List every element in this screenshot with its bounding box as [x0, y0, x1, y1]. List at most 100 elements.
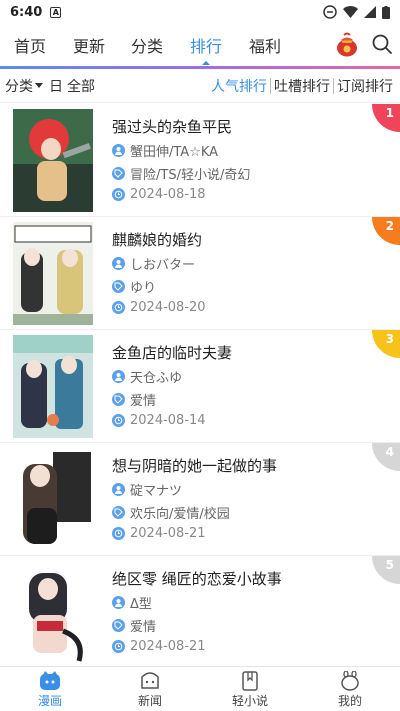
- cover-image: [13, 335, 93, 438]
- category-dropdown[interactable]: 分类: [5, 76, 43, 96]
- author-name: しおバター: [130, 258, 196, 273]
- ranking-list: 强过头的杂鱼平民 蟹田伸/TA☆KA 冒险/TS/轻小说/奇幻 2024-08-…: [0, 104, 400, 669]
- status-bar: 6:40 A: [0, 0, 400, 24]
- item-date: 2024-08-21: [112, 526, 206, 541]
- tag-icon: [112, 506, 125, 519]
- scope-filter[interactable]: 全部: [67, 76, 95, 96]
- tags-text: 冒险/TS/轻小说/奇幻: [130, 168, 251, 183]
- list-item[interactable]: 金鱼店的临时夫妻 天仓ふゆ 爱情 2024-08-14 3: [0, 330, 400, 443]
- tab-update[interactable]: 更新: [73, 33, 105, 57]
- bottom-tab-news[interactable]: 新闻: [100, 667, 200, 711]
- date-text: 2024-08-18: [130, 187, 206, 202]
- item-tags: 爱情: [112, 616, 156, 635]
- user-icon: [112, 144, 125, 157]
- rank-number: 5: [385, 558, 394, 572]
- bottom-tab-comics[interactable]: 漫画: [0, 667, 100, 711]
- user-icon: [112, 370, 125, 383]
- tab-category[interactable]: 分类: [131, 33, 163, 57]
- tag-icon: [112, 619, 125, 632]
- news-icon: [141, 672, 159, 689]
- filter-bar: 分类 日 全部 人气排行 吐槽排行 订阅排行: [0, 69, 400, 103]
- sort-popularity[interactable]: 人气排行: [208, 76, 270, 96]
- wifi-icon: [343, 5, 358, 18]
- item-title: 强过头的杂鱼平民: [112, 118, 233, 136]
- item-author: 天仓ふゆ: [112, 367, 182, 386]
- list-item[interactable]: 绝区零 绳匠的恋爱小故事 Δ型 爱情 2024-08-21 5: [0, 556, 400, 669]
- item-date: 2024-08-21: [112, 639, 206, 654]
- category-dropdown-label: 分类: [5, 78, 33, 95]
- cover-image: [13, 109, 93, 212]
- list-item[interactable]: 麒麟娘的婚约 しおバター ゆり 2024-08-20 2: [0, 217, 400, 330]
- date-text: 2024-08-20: [130, 300, 206, 315]
- user-icon: [112, 257, 125, 270]
- period-filter[interactable]: 日: [49, 76, 63, 96]
- bottom-tab-label: 漫画: [37, 694, 62, 708]
- rank-number: 3: [385, 332, 394, 346]
- author-name: 碇マナツ: [130, 484, 183, 499]
- item-title: 麒麟娘的婚约: [112, 231, 203, 249]
- tab-home[interactable]: 首页: [14, 33, 46, 57]
- author-name: 天仓ふゆ: [130, 371, 183, 386]
- clock-icon: [112, 414, 125, 427]
- rank-badge: 1: [372, 104, 400, 132]
- rank-badge: 5: [372, 556, 400, 584]
- status-time: 6:40: [10, 4, 43, 20]
- app-notification-icon: A: [50, 6, 62, 18]
- bottom-tab-label: 新闻: [137, 694, 162, 708]
- comics-icon: [40, 671, 60, 690]
- tags-text: ゆり: [130, 281, 157, 296]
- clock-icon: [112, 640, 125, 653]
- top-nav: 首页 更新 分类 排行 福利: [0, 24, 400, 66]
- book-icon: [242, 671, 258, 691]
- clock-icon: [112, 301, 125, 314]
- item-tags: 欢乐向/爱情/校园: [112, 503, 230, 522]
- cover-image: [13, 222, 93, 325]
- lucky-bag-icon[interactable]: [335, 31, 359, 57]
- tab-ranking[interactable]: 排行: [190, 33, 222, 65]
- dnd-icon: [323, 5, 337, 19]
- sort-subscriptions[interactable]: 订阅排行: [334, 76, 396, 96]
- profile-icon: [341, 671, 359, 691]
- sort-comments[interactable]: 吐槽排行: [271, 76, 333, 96]
- date-text: 2024-08-21: [130, 639, 206, 654]
- item-date: 2024-08-14: [112, 413, 206, 428]
- bottom-nav: 漫画 新闻 轻小说 我的: [0, 666, 400, 711]
- author-name: Δ型: [130, 597, 152, 612]
- sort-options: 人气排行 吐槽排行 订阅排行: [208, 76, 396, 96]
- item-title: 金鱼店的临时夫妻: [112, 344, 233, 362]
- tab-welfare[interactable]: 福利: [249, 33, 281, 57]
- item-date: 2024-08-18: [112, 187, 206, 202]
- author-name: 蟹田伸/TA☆KA: [130, 145, 219, 160]
- clock-icon: [112, 188, 125, 201]
- item-tags: 爱情: [112, 390, 156, 409]
- tags-text: 欢乐向/爱情/校园: [130, 507, 230, 522]
- tags-text: 爱情: [130, 394, 157, 409]
- battery-icon: [382, 5, 390, 19]
- signal-icon: [364, 6, 376, 18]
- date-text: 2024-08-14: [130, 413, 206, 428]
- tag-icon: [112, 393, 125, 406]
- user-icon: [112, 596, 125, 609]
- item-title: 绝区零 绳匠的恋爱小故事: [112, 570, 282, 588]
- item-date: 2024-08-20: [112, 300, 206, 315]
- item-author: Δ型: [112, 593, 152, 612]
- rank-badge: 2: [372, 217, 400, 245]
- item-author: しおバター: [112, 254, 195, 273]
- date-text: 2024-08-21: [130, 526, 206, 541]
- bottom-tab-novels[interactable]: 轻小说: [200, 667, 300, 711]
- caret-down-icon: [35, 83, 43, 88]
- item-tags: ゆり: [112, 277, 156, 296]
- item-tags: 冒险/TS/轻小说/奇幻: [112, 164, 250, 183]
- list-item[interactable]: 强过头的杂鱼平民 蟹田伸/TA☆KA 冒险/TS/轻小说/奇幻 2024-08-…: [0, 104, 400, 217]
- bottom-tab-label: 轻小说: [231, 694, 268, 708]
- rank-badge: 3: [372, 330, 400, 358]
- rank-number: 4: [385, 445, 394, 459]
- list-item[interactable]: 想与阴暗的她一起做的事 碇マナツ 欢乐向/爱情/校园 2024-08-21 4: [0, 443, 400, 556]
- tags-text: 爱情: [130, 620, 157, 635]
- bottom-tab-label: 我的: [337, 694, 362, 708]
- tag-icon: [112, 280, 125, 293]
- bottom-tab-profile[interactable]: 我的: [300, 667, 400, 711]
- search-icon[interactable]: [371, 33, 393, 55]
- rank-badge: 4: [372, 443, 400, 471]
- cover-image: [13, 448, 93, 551]
